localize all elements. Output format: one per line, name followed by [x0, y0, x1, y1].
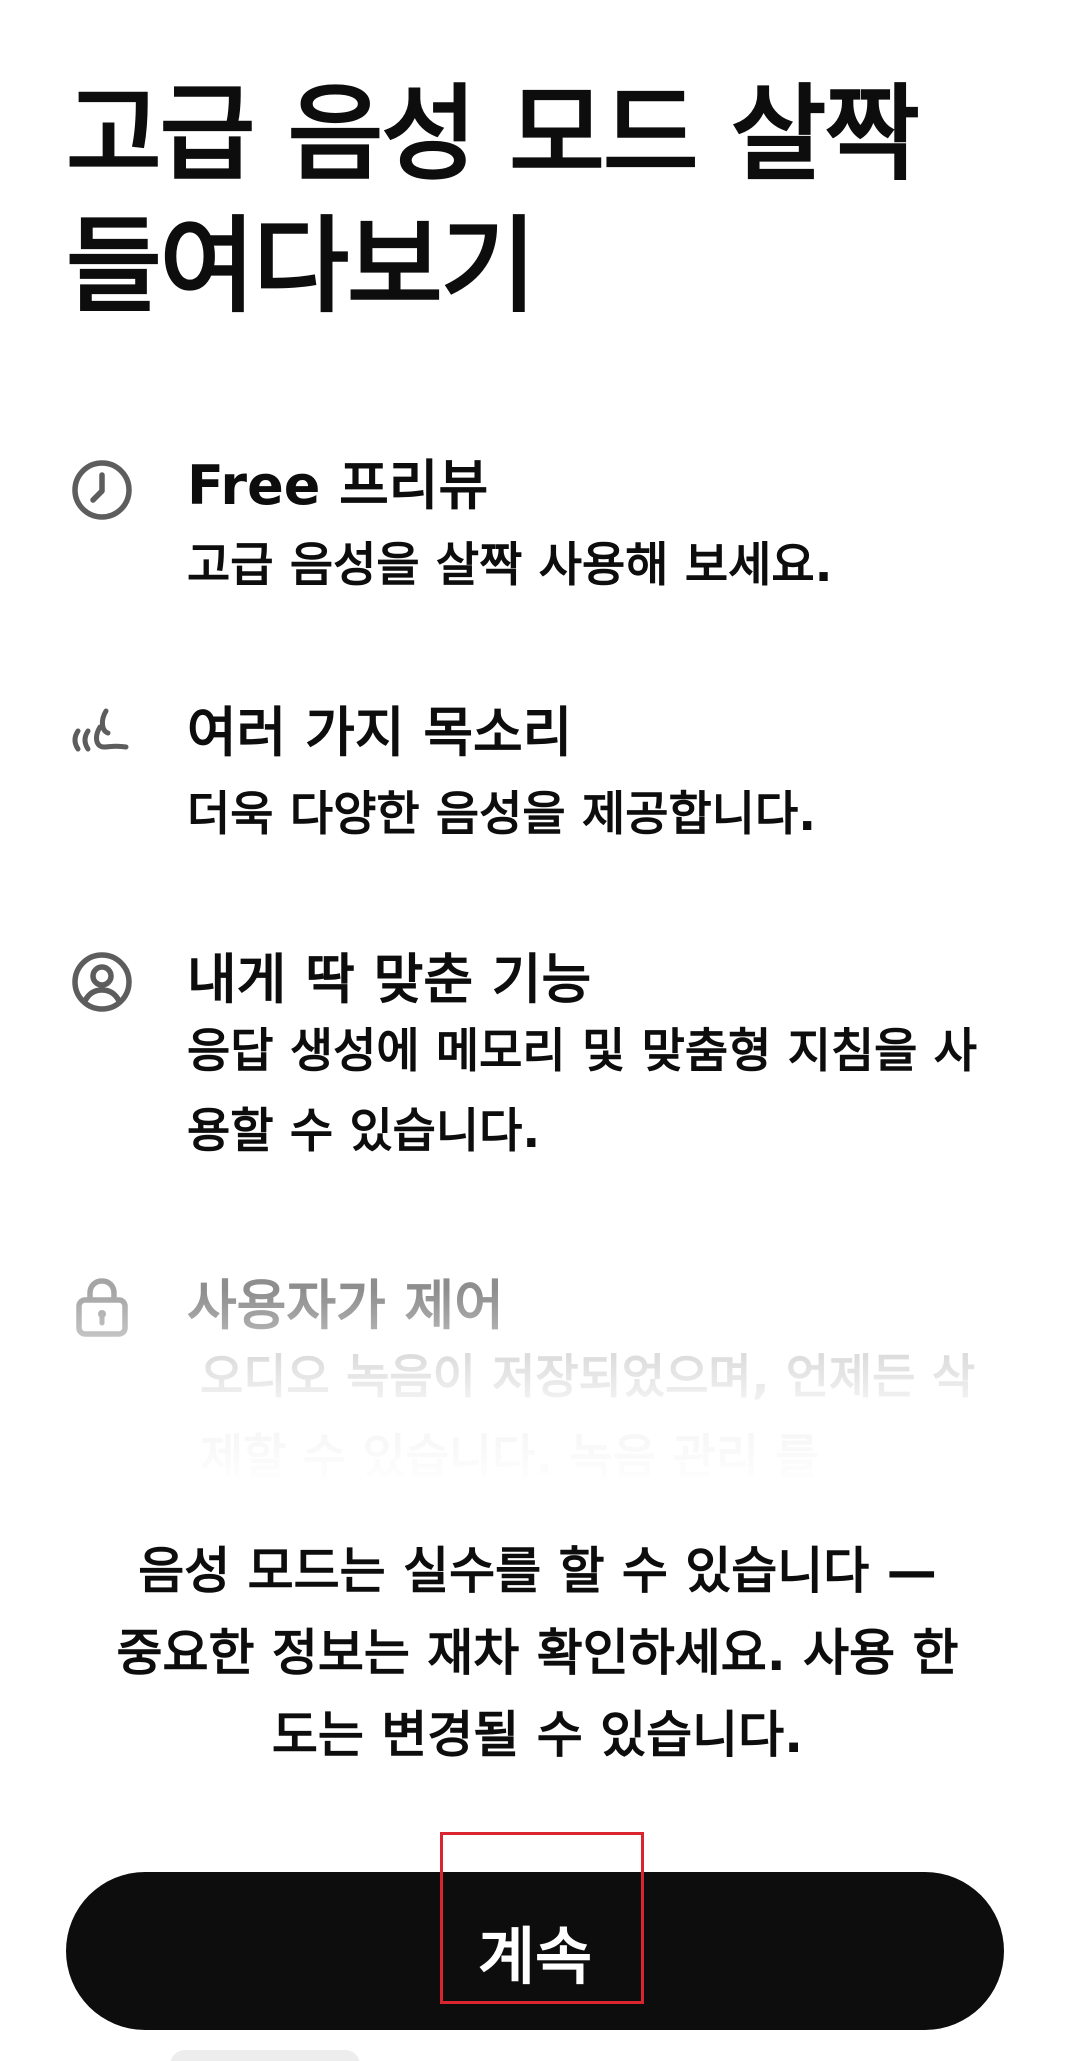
disclaimer-text: 음성 모드는 실수를 할 수 있습니다 — 중요한 정보는 재차 확인하세요. … — [116, 1542, 959, 1764]
feature-title: Free 프리뷰 — [187, 454, 489, 517]
feature-description: 고급 음성을 살짝 사용해 보세요. — [187, 538, 833, 593]
voice-mode-preview-screen: 고급 음성 모드 살짝 들여다보기 Free 프리뷰 고급 음성을 살짝 사용해… — [0, 0, 1075, 2061]
voice-waves-icon — [72, 708, 129, 752]
page-title: 고급 음성 모드 살짝 들여다보기 — [66, 73, 920, 327]
feature-description: 응답 생성에 메모리 및 맞춤형 지침을 사용할 수 있습니다. — [187, 1024, 978, 1159]
feature-title: 사용자가 제어 — [187, 1274, 504, 1337]
continue-button[interactable]: 계속 — [66, 1872, 1004, 2030]
feature-title: 여러 가지 목소리 — [187, 701, 573, 764]
lock-icon — [76, 1278, 128, 1337]
secondary-pill — [170, 2050, 360, 2061]
feature-description: 오디오 녹음이 저장되었으며, 언제든 삭제할 수 있습니다. 녹음 관리 를 — [200, 1350, 976, 1485]
user-circle-icon — [72, 952, 132, 1012]
clock-icon — [72, 460, 132, 520]
feature-description: 더욱 다양한 음성을 제공합니다. — [187, 787, 817, 842]
feature-title: 내게 딱 맞춘 기능 — [187, 948, 592, 1011]
